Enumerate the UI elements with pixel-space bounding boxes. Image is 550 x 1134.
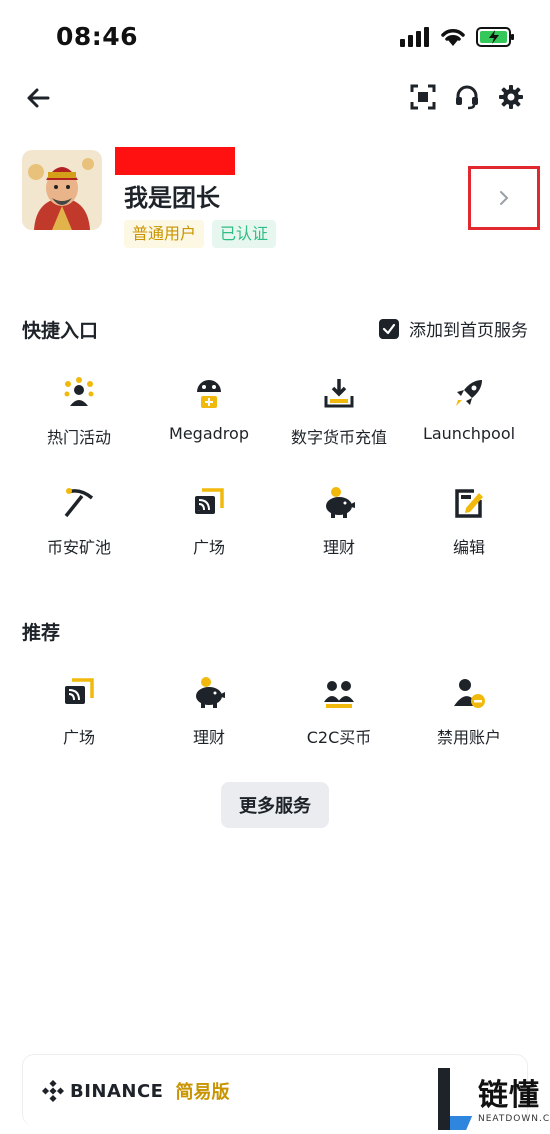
quick-item-label: 广场 — [192, 538, 225, 557]
watermark-text: 链懂 — [478, 1078, 540, 1113]
settings-button[interactable] — [498, 84, 524, 110]
add-to-home-label: 添加到首页服务 — [409, 321, 528, 341]
recommend-item-label: 禁用账户 — [436, 728, 501, 747]
quick-item-label: 理财 — [322, 538, 355, 557]
quick-item-label: 热门活动 — [46, 428, 111, 447]
recommend-item-c2c[interactable]: C2C买币 — [274, 676, 404, 748]
binance-logo-icon — [42, 1080, 64, 1102]
quick-item-label: 编辑 — [452, 538, 485, 557]
recommend-item-label: 广场 — [62, 728, 95, 747]
scan-icon — [410, 84, 436, 110]
quick-item-label: 币安矿池 — [46, 538, 111, 557]
wifi-icon — [441, 29, 465, 46]
more-services-button[interactable]: 更多服务 — [221, 782, 329, 828]
username: 我是团长 — [124, 184, 220, 212]
edit-icon — [455, 489, 483, 518]
gear-icon — [499, 85, 523, 109]
recommend-item-label: 理财 — [192, 728, 225, 747]
lite-mode-text: 简易版 — [175, 1082, 230, 1103]
rocket-icon — [456, 380, 482, 406]
binance-brand-text: BINANCE — [70, 1080, 164, 1102]
pickaxe-icon — [64, 488, 94, 518]
quick-item-megadrop[interactable]: Megadrop — [144, 376, 274, 443]
recommend-item-square[interactable]: 广场 — [14, 676, 144, 748]
quick-item-edit[interactable]: 编辑 — [404, 486, 534, 558]
c2c-users-icon — [324, 681, 354, 708]
checkbox-checked-icon[interactable] — [379, 318, 399, 339]
signal-icon — [400, 27, 429, 47]
avatar[interactable] — [22, 150, 102, 230]
piggy-bank-icon — [326, 487, 355, 518]
square-feed-icon — [195, 488, 224, 514]
square-feed-icon — [65, 678, 94, 704]
quick-item-label: Launchpool — [422, 424, 516, 443]
verified-badge: 已认证 — [212, 220, 277, 248]
top-actions — [410, 84, 524, 110]
quick-item-label: Megadrop — [169, 424, 249, 443]
recommend-title: 推荐 — [22, 622, 61, 644]
quick-item-crypto-deposit[interactable]: 数字货币充值 — [274, 376, 404, 448]
recommend-item-earn[interactable]: 理财 — [144, 676, 274, 748]
redacted-name-mask — [115, 147, 235, 175]
quick-item-square[interactable]: 广场 — [144, 486, 274, 558]
recommend-item-label: C2C买币 — [306, 728, 372, 747]
headset-icon — [456, 85, 478, 110]
profile-detail-button[interactable] — [468, 166, 540, 230]
quick-access-title: 快捷入口 — [22, 320, 99, 342]
quick-item-hot-activities[interactable]: 热门活动 — [14, 376, 144, 448]
scan-button[interactable] — [410, 84, 436, 110]
avatar-image — [22, 150, 102, 230]
piggy-bank-icon — [196, 677, 225, 708]
battery-charging-icon — [476, 27, 514, 47]
quick-item-launchpool[interactable]: Launchpool — [404, 376, 534, 443]
megadrop-icon — [197, 380, 221, 408]
people-celebrate-icon — [64, 377, 94, 406]
user-level-badge: 普通用户 — [124, 220, 205, 248]
status-icons — [400, 26, 516, 48]
chevron-right-icon — [500, 191, 509, 205]
quick-item-label: 数字货币充值 — [290, 428, 387, 447]
recommend-item-disable-account[interactable]: 禁用账户 — [404, 676, 534, 748]
quick-item-earn[interactable]: 理财 — [274, 486, 404, 558]
watermark-domain: NEATDOWN.COM — [478, 1114, 550, 1124]
support-button[interactable] — [454, 84, 480, 110]
deposit-icon — [324, 379, 354, 408]
disable-account-icon — [454, 679, 485, 708]
status-time: 08:46 — [56, 22, 139, 51]
arrow-left-icon — [27, 88, 50, 108]
back-button[interactable] — [24, 84, 52, 112]
add-to-home-toggle[interactable]: 添加到首页服务 — [379, 316, 528, 341]
binance-lite-switch[interactable]: BINANCE 简易版 — [42, 1078, 229, 1104]
quick-item-mining-pool[interactable]: 币安矿池 — [14, 486, 144, 558]
